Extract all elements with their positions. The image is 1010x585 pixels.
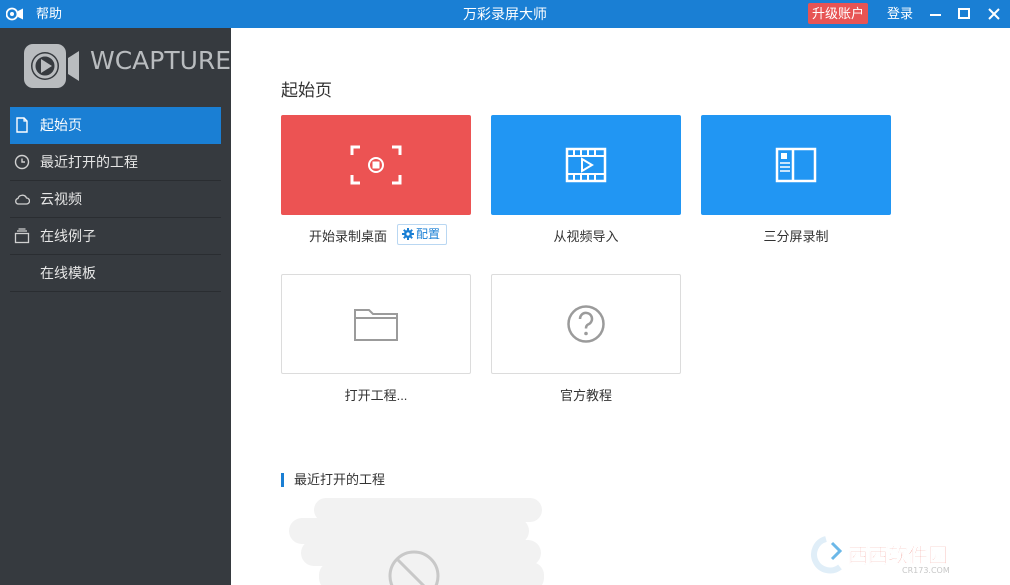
recent-projects-heading: 最近打开的工程 — [281, 473, 385, 487]
main-content: 起始页 开始录制桌面 配置 从视频导入 三分屏录制 打开工程... 官方教程 最… — [231, 28, 1010, 585]
split-screen-icon — [775, 147, 817, 183]
split-screen-label: 三分屏录制 — [763, 229, 829, 244]
official-tutorial-label: 官方教程 — [559, 388, 612, 403]
help-menu[interactable]: 帮助 — [36, 0, 62, 28]
wcapture-logo: WCAPTURE — [24, 42, 231, 90]
sidebar-item-label: 在线例子 — [40, 228, 96, 244]
watermark-brand: 西西软件园 — [848, 543, 948, 567]
start-recording-card[interactable] — [281, 115, 471, 215]
split-screen-card[interactable] — [701, 115, 891, 215]
sidebar-item-label: 起始页 — [40, 117, 82, 133]
title-bar: 帮助 万彩录屏大师 升级账户 登录 — [0, 0, 1010, 28]
question-icon — [567, 305, 605, 343]
sidebar-item-label: 云视频 — [40, 191, 82, 207]
logo-text: WCAPTURE — [90, 46, 232, 75]
clock-icon — [14, 154, 30, 170]
maximize-icon[interactable] — [954, 4, 974, 24]
film-icon — [565, 147, 607, 183]
close-icon[interactable] — [984, 4, 1004, 24]
import-video-label: 从视频导入 — [553, 229, 619, 244]
login-button[interactable]: 登录 — [887, 0, 913, 28]
upgrade-account-button[interactable]: 升级账户 — [808, 3, 869, 24]
sidebar-item-start-page[interactable]: 起始页 — [10, 107, 221, 144]
stack-icon — [14, 228, 30, 244]
app-camera-icon — [6, 7, 23, 21]
open-project-label: 打开工程... — [344, 388, 408, 403]
page-title: 起始页 — [281, 81, 332, 100]
watermark-domain: CR173.COM — [902, 566, 950, 575]
sidebar-item-label: 在线模板 — [40, 265, 96, 281]
empty-state-illustration — [289, 498, 544, 585]
cloud-icon — [15, 194, 30, 205]
sidebar-item-cloud-video[interactable]: 云视频 — [10, 181, 221, 218]
official-tutorial-card[interactable] — [491, 274, 681, 374]
sidebar-item-online-templates[interactable]: 在线模板 — [10, 255, 221, 292]
sidebar-item-online-examples[interactable]: 在线例子 — [10, 218, 221, 255]
folder-icon — [354, 309, 398, 341]
cr173-watermark-logo: 西西软件园 CR173.COM — [811, 536, 950, 575]
page-icon — [16, 117, 28, 133]
sidebar: WCAPTURE 起始页 最近打开的工程 云视频 在线例子 在线模板 — [0, 28, 231, 585]
import-video-card[interactable] — [491, 115, 681, 215]
logo-camera-icon — [24, 44, 79, 88]
open-project-card[interactable] — [281, 274, 471, 374]
sidebar-item-recent-projects[interactable]: 最近打开的工程 — [10, 144, 221, 181]
minimize-icon[interactable] — [926, 4, 946, 24]
gear-icon — [402, 228, 414, 240]
config-label: 配置 — [416, 227, 441, 241]
record-icon — [350, 145, 402, 185]
sidebar-nav: 起始页 最近打开的工程 云视频 在线例子 在线模板 — [10, 107, 221, 292]
config-button[interactable]: 配置 — [397, 224, 448, 245]
sidebar-item-label: 最近打开的工程 — [40, 154, 138, 170]
